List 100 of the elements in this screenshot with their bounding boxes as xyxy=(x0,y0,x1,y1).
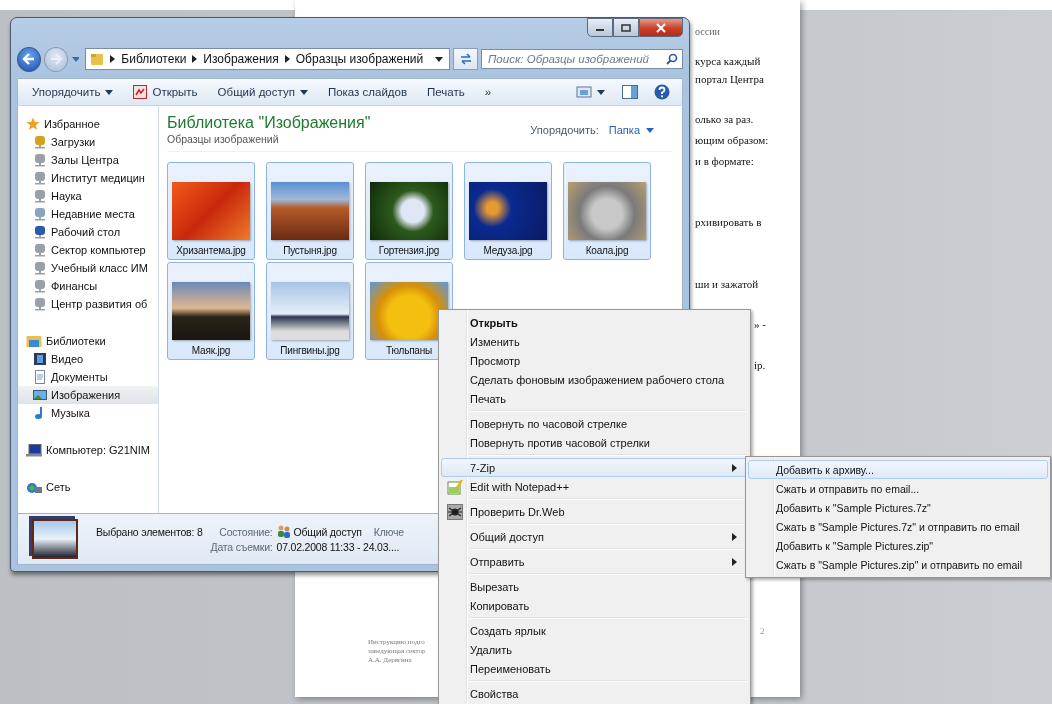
breadcrumb[interactable]: Изображения xyxy=(203,52,279,66)
toolbar-button[interactable]: Показ слайдов xyxy=(319,84,416,100)
nav-item[interactable]: Компьютер: G21NIM xyxy=(18,441,158,459)
document-text: ши и зажатой xyxy=(695,278,759,290)
file-tile[interactable]: Пингвины.jpg xyxy=(266,262,354,360)
toolbar-button[interactable]: Открыть xyxy=(125,83,206,101)
status-label: Состояние: xyxy=(218,525,273,538)
refresh-button[interactable] xyxy=(453,48,479,70)
library-title: Библиотека "Изображения" xyxy=(167,114,372,132)
file-tile[interactable]: Маяк.jpg xyxy=(167,262,255,360)
computer-icon xyxy=(26,443,42,457)
page-number: 2 xyxy=(760,626,765,636)
menu-item[interactable]: Добавить к "Sample Pictures.zip" xyxy=(748,536,1048,555)
menu-item[interactable]: Вырезать xyxy=(441,577,748,596)
close-button[interactable] xyxy=(639,18,683,37)
chevron-icon[interactable] xyxy=(284,55,290,63)
nav-item[interactable]: Наука xyxy=(18,187,158,205)
drive-icon xyxy=(33,189,47,203)
picture-icon xyxy=(133,85,148,99)
drive-icon xyxy=(33,135,47,149)
chevron-icon[interactable] xyxy=(192,55,198,63)
address-bar[interactable]: Библиотеки Изображения Образцы изображений xyxy=(85,48,451,70)
nav-item[interactable]: Институт медицин xyxy=(18,169,158,187)
menu-item[interactable]: Переименовать xyxy=(441,659,748,678)
nav-item[interactable]: Загрузки xyxy=(18,133,158,151)
caret-icon xyxy=(646,127,654,133)
menu-item[interactable]: Повернуть по часовой стрелке xyxy=(441,414,748,433)
file-name: Медуза.jpg xyxy=(483,245,533,256)
status-value: Общий доступ xyxy=(293,525,362,538)
document-text: ющим образом: xyxy=(695,134,769,146)
file-tile[interactable]: Коала.jpg xyxy=(563,162,651,260)
back-arrow-icon xyxy=(21,53,36,65)
search-icon[interactable] xyxy=(666,53,678,65)
caret-icon[interactable] xyxy=(71,56,80,62)
file-tile[interactable]: Медуза.jpg xyxy=(464,162,552,260)
breadcrumb[interactable]: Библиотеки xyxy=(121,52,187,66)
document-text: портал Центра xyxy=(695,73,764,85)
nav-item[interactable]: Сеть xyxy=(18,478,158,496)
menu-item[interactable]: Создать ярлык xyxy=(441,621,748,640)
minimize-button[interactable] xyxy=(587,18,613,37)
drive-icon xyxy=(33,279,47,293)
search-field[interactable]: Поиск: Образцы изображений xyxy=(481,49,683,69)
nav-item[interactable]: Библиотеки xyxy=(18,332,158,350)
nav-item[interactable]: Видео xyxy=(18,350,158,368)
network-icon xyxy=(26,480,42,494)
maximize-icon xyxy=(621,23,631,32)
nav-item[interactable]: Сектор компьютер xyxy=(18,241,158,259)
date-label: Дата съемки: xyxy=(210,541,273,553)
menu-item[interactable]: 7-Zip xyxy=(441,458,748,477)
back-button[interactable] xyxy=(17,46,41,72)
nav-item[interactable]: Центр развития об xyxy=(18,295,158,313)
nav-item[interactable]: Изображения xyxy=(18,386,158,404)
refresh-icon xyxy=(458,53,473,65)
chevron-icon[interactable] xyxy=(110,55,116,63)
date-value: 07.02.2008 11:33 - 24.03.... xyxy=(276,541,401,553)
file-tile[interactable]: Пустыня.jpg xyxy=(266,162,354,260)
drive-icon xyxy=(33,225,47,239)
menu-item[interactable]: Свойства xyxy=(441,684,748,703)
toolbar-button[interactable]: » xyxy=(476,84,500,100)
dropdown-icon[interactable] xyxy=(435,56,444,62)
toolbar-button[interactable]: Печать xyxy=(419,84,473,100)
menu-item[interactable]: Добавить к архиву... xyxy=(748,460,1048,479)
menu-item[interactable]: Сделать фоновым изображением рабочего стола xyxy=(441,370,748,389)
menu-item[interactable]: Отправить xyxy=(441,552,748,571)
nav-item[interactable]: Рабочий стол xyxy=(18,223,158,241)
menu-item[interactable]: Повернуть против часовой стрелки xyxy=(441,433,748,452)
breadcrumb[interactable]: Образцы изображений xyxy=(295,52,424,66)
nav-item[interactable]: Документы xyxy=(18,368,158,386)
nav-item[interactable]: Залы Центра xyxy=(18,151,158,169)
forward-arrow-icon xyxy=(48,53,63,65)
menu-item[interactable]: Сжать и отправить по email... xyxy=(748,479,1048,498)
nav-item[interactable]: Недавние места xyxy=(18,205,158,223)
file-tile[interactable]: Тюльпаны xyxy=(365,262,453,360)
toolbar-button[interactable]: Упорядочить xyxy=(24,84,122,100)
menu-item[interactable]: Edit with Notepad++ xyxy=(441,477,748,496)
toolbar-button[interactable]: Общий доступ xyxy=(209,84,316,100)
spider-icon xyxy=(447,503,463,520)
nav-item[interactable]: Учебный класс ИМ xyxy=(18,259,158,277)
document-text: » - xyxy=(754,318,766,330)
menu-item[interactable]: Сжать в "Sample Pictures.zip" и отправить по email xyxy=(748,555,1048,574)
nav-item[interactable]: Музыка xyxy=(18,404,158,422)
document-icon xyxy=(33,370,47,384)
nav-item[interactable]: Избранное xyxy=(18,115,158,133)
menu-item[interactable]: Общий доступ xyxy=(441,527,748,546)
menu-item[interactable]: Проверить Dr.Web xyxy=(441,502,748,521)
maximize-button[interactable] xyxy=(613,18,639,37)
nav-item[interactable]: Финансы xyxy=(18,277,158,295)
document-text: олько за раз. xyxy=(695,113,754,125)
document-text: курса каждый xyxy=(695,55,761,67)
menu-item[interactable]: Копировать xyxy=(441,596,748,615)
file-name: Пустыня.jpg xyxy=(283,245,337,256)
menu-item[interactable]: Добавить к "Sample Pictures.7z" xyxy=(748,498,1048,517)
menu-item[interactable]: Удалить xyxy=(441,640,748,659)
menu-item[interactable]: Печать xyxy=(441,389,748,408)
file-tile[interactable]: Гортензия.jpg xyxy=(365,162,453,260)
arrange-dropdown[interactable]: Папка xyxy=(598,122,672,138)
drive-icon xyxy=(33,207,47,221)
file-name: Тюльпаны xyxy=(385,345,433,356)
file-tile[interactable]: Хризантема.jpg xyxy=(167,162,255,260)
menu-item[interactable]: Сжать в "Sample Pictures.7z" и отправить по email xyxy=(748,517,1048,536)
